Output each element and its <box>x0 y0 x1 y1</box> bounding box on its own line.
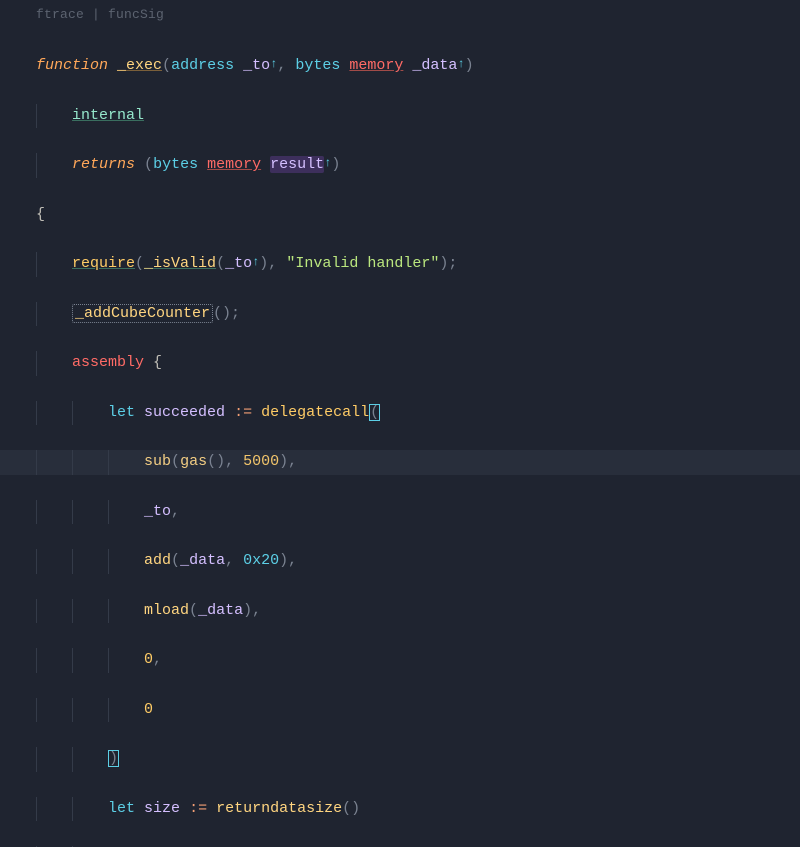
var-data: _data <box>180 552 225 569</box>
string-literal: "Invalid handler" <box>286 255 439 272</box>
var-data: _data <box>198 602 243 619</box>
param-data: _data <box>412 57 457 74</box>
kw-let: let <box>108 404 135 421</box>
hex-0x20: 0x20 <box>243 552 279 569</box>
fn-returndatasize: returndatasize <box>216 800 342 817</box>
fn-mload: mload <box>144 602 189 619</box>
paren-close: ) <box>108 750 119 767</box>
fn-require: require <box>72 255 135 272</box>
arrow-up-icon: ↑ <box>252 255 259 269</box>
crumb-funcsig[interactable]: funcSig <box>108 7 164 22</box>
var-succeeded: succeeded <box>144 404 225 421</box>
kw-function: function <box>36 57 108 74</box>
kw-memory: memory <box>207 156 261 173</box>
var-size: size <box>144 800 180 817</box>
fn-gas: gas <box>180 453 207 470</box>
kw-returns: returns <box>72 156 135 173</box>
ret-result: result <box>270 156 324 173</box>
arrow-up-icon: ↑ <box>457 57 464 71</box>
fn-name: _exec <box>117 57 162 74</box>
crumb-ftrace[interactable]: ftrace <box>36 7 84 22</box>
type-bytes: bytes <box>153 156 198 173</box>
fn-isvalid: _isValid <box>144 255 216 272</box>
kw-memory: memory <box>349 57 403 74</box>
type-bytes: bytes <box>295 57 340 74</box>
kw-let: let <box>108 800 135 817</box>
type-address: address <box>171 57 234 74</box>
fn-addcubecounter: _addCubeCounter <box>72 304 213 323</box>
fn-sub: sub <box>144 453 171 470</box>
breadcrumb: ftrace | funcSig <box>0 0 800 27</box>
code-editor[interactable]: function _exec(address _to↑, bytes memor… <box>0 27 800 847</box>
param-to: _to <box>243 57 270 74</box>
cursor: ( <box>369 404 380 421</box>
num-0: 0 <box>144 701 153 718</box>
num-0: 0 <box>144 651 153 668</box>
var-to: _to <box>144 503 171 520</box>
arrow-up-icon: ↑ <box>270 57 277 71</box>
fn-delegatecall: delegatecall <box>261 404 369 421</box>
fn-add: add <box>144 552 171 569</box>
arrow-up-icon: ↑ <box>324 156 331 170</box>
kw-internal: internal <box>72 107 144 124</box>
var-to: _to <box>225 255 252 272</box>
num-5000: 5000 <box>243 453 279 470</box>
kw-assembly: assembly <box>72 354 144 371</box>
